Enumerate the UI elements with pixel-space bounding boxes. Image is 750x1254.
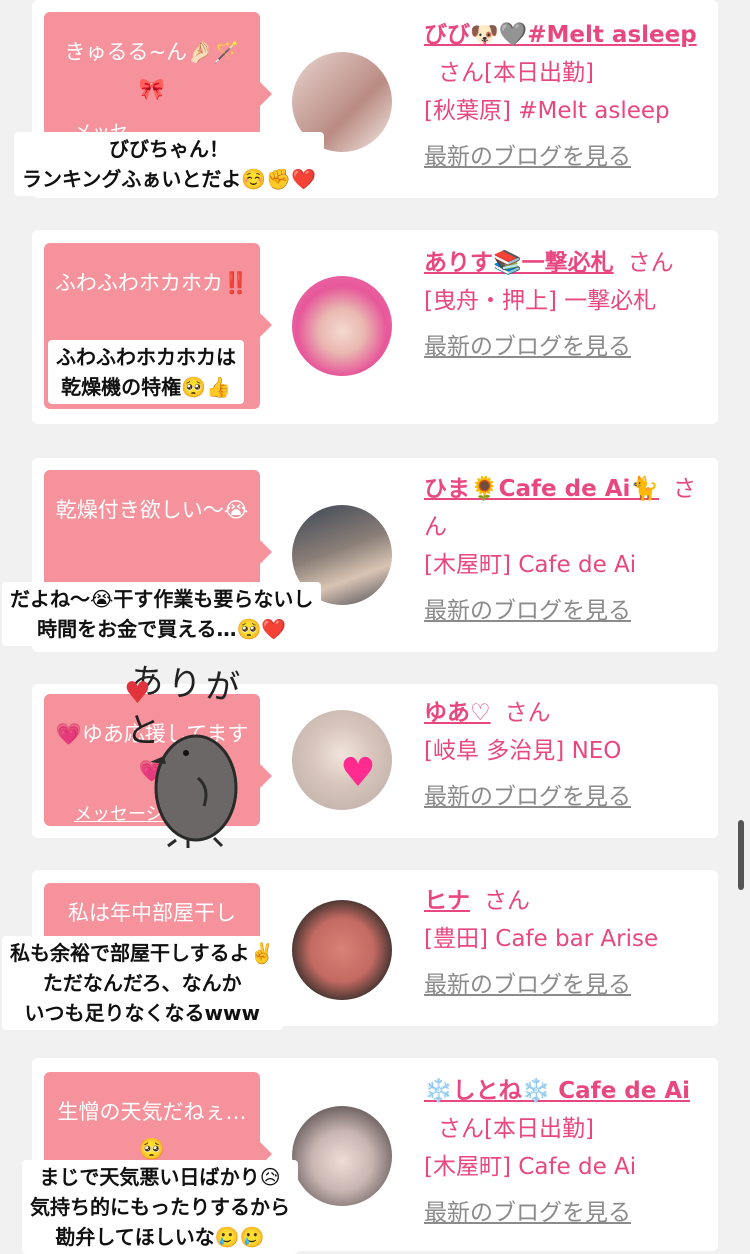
cast-name-link[interactable]: ヒナ	[424, 888, 470, 914]
heart-icon: ♥	[124, 676, 151, 711]
bird-icon	[150, 734, 238, 848]
caption-overlay: 私も余裕で部屋干しするよ✌️ ただなんだろ、なんか いつも足りなくなるwww	[2, 936, 283, 1030]
heart-icon: ♥	[340, 750, 376, 796]
cast-info: ゆあ♡ さん [岐阜 多治見] NEO 最新のブログを見る	[424, 694, 704, 816]
honorific: さん[本日出勤]	[438, 1116, 594, 1142]
shop-name: [秋葉原] #Melt asleep	[424, 98, 670, 124]
honorific: さん	[504, 700, 551, 726]
caption-overlay: ふわふわホカホカは 乾燥機の特権🥺👍	[48, 340, 244, 404]
blog-link[interactable]: 最新のブログを見る	[424, 592, 631, 630]
caption-overlay: まじで天気悪い日ばかり😥 気持ち的にもったりするから 勘弁してほしいな🥲🥲	[22, 1160, 298, 1254]
cast-name-link[interactable]: ひま🌻Cafe de Ai🐈	[424, 476, 659, 502]
blog-link[interactable]: 最新のブログを見る	[424, 966, 631, 1004]
shop-name: [木屋町] Cafe de Ai	[424, 1154, 637, 1180]
avatar[interactable]: ♥	[292, 710, 392, 810]
honorific: さん	[627, 250, 674, 276]
cast-name-link[interactable]: ありす📚一撃必札	[424, 250, 614, 276]
cast-info: びび🐶🩶#Melt asleep さん[本日出勤] [秋葉原] #Melt asl…	[424, 16, 704, 176]
bubble-text: きゅるる~ん🤌🏻🪄🎀	[64, 40, 240, 101]
bird-sticker: ありがと ♥	[124, 658, 278, 858]
caption-overlay: だよね〜😭干す作業も要らないし 時間をお金で買える…🥺❤️	[2, 582, 322, 646]
shop-name: [岐阜 多治見] NEO	[424, 738, 622, 764]
honorific: さん	[484, 888, 530, 914]
avatar[interactable]	[292, 1106, 392, 1206]
blog-link[interactable]: 最新のブログを見る	[424, 328, 631, 366]
scrollbar[interactable]	[738, 820, 744, 890]
cast-name-link[interactable]: びび🐶🩶#Melt asleep	[424, 22, 697, 48]
cast-info: ありす📚一撃必札 さん [曳舟・押上] 一撃必札 最新のブログを見る	[424, 244, 704, 366]
bubble-text: 乾燥付き欲しい〜😭	[55, 498, 249, 522]
avatar[interactable]	[292, 276, 392, 376]
honorific: さん[本日出勤]	[438, 60, 594, 86]
shop-name: [曳舟・押上] 一撃必札	[424, 288, 657, 314]
cast-name-link[interactable]: ゆあ♡	[424, 700, 491, 726]
shop-name: [豊田] Cafe bar Arise	[424, 926, 659, 952]
blog-link[interactable]: 最新のブログを見る	[424, 138, 631, 176]
cast-info: ❄️しとね❄️ Cafe de Ai さん[本日出勤] [木屋町] Cafe de…	[424, 1072, 704, 1232]
shop-name: [木屋町] Cafe de Ai	[424, 552, 637, 578]
blog-link[interactable]: 最新のブログを見る	[424, 1194, 631, 1232]
cast-info: ヒナ さん [豊田] Cafe bar Arise 最新のブログを見る	[424, 882, 704, 1004]
caption-overlay: びびちゃん！ ランキングふぁいとだよ☺️✊❤️	[14, 132, 325, 196]
bubble-text: 私は年中部屋干し	[68, 901, 236, 925]
bubble-text: ふわふわホカホカ‼️	[54, 271, 250, 295]
avatar[interactable]	[292, 900, 392, 1000]
cast-info: ひま🌻Cafe de Ai🐈 さん [木屋町] Cafe de Ai 最新のブログ…	[424, 470, 704, 630]
cast-name-link[interactable]: ❄️しとね❄️ Cafe de Ai	[424, 1078, 690, 1104]
blog-link[interactable]: 最新のブログを見る	[424, 778, 631, 816]
bubble-text: 生憎の天気だねぇ…🥺	[57, 1100, 247, 1161]
